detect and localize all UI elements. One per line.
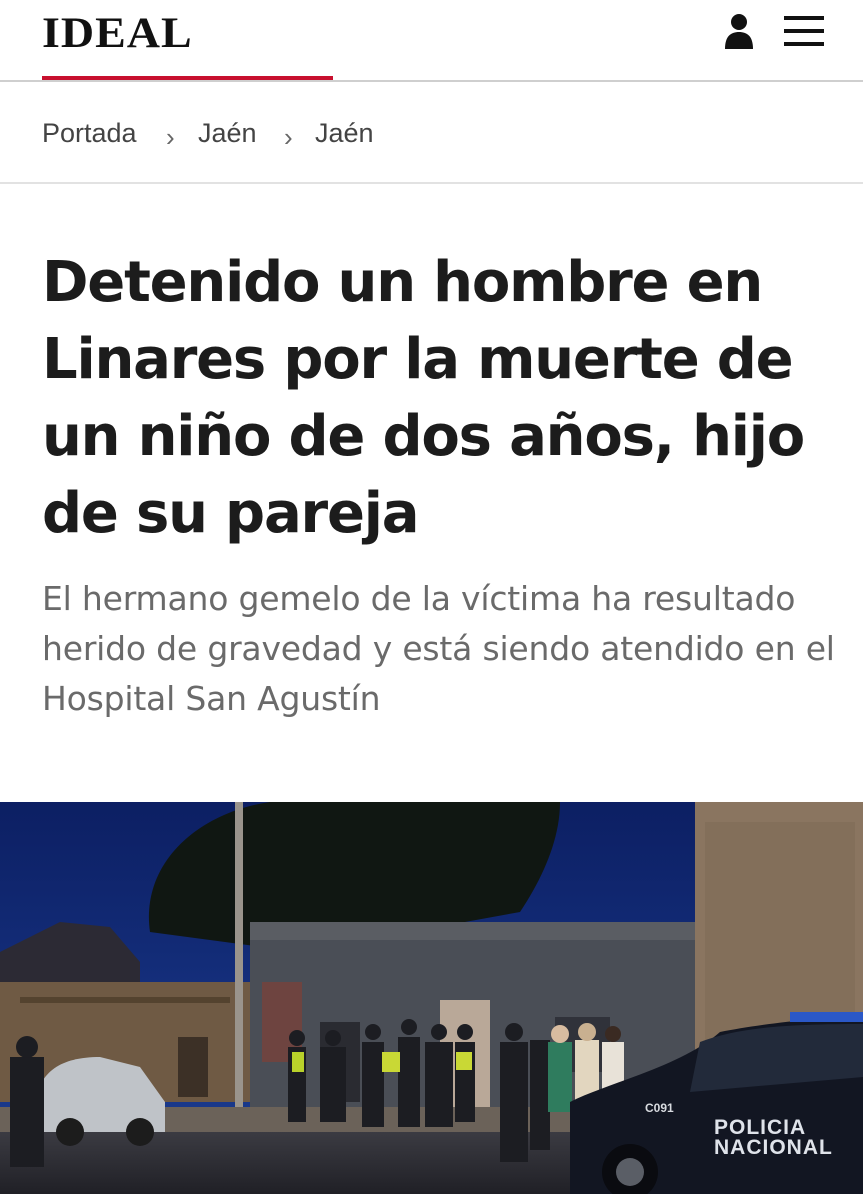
breadcrumb-item-jaen-current[interactable]: Jaén [315,118,374,149]
breadcrumb-item-portada[interactable]: Portada [42,118,137,149]
site-logo[interactable]: IDEAL [42,7,193,57]
site-header: IDEAL [0,0,863,82]
police-car-code: C091 [645,1101,674,1115]
hamburger-menu-icon[interactable] [784,14,824,48]
breadcrumb-item-jaen[interactable]: Jaén [198,118,257,149]
logo-accent-bar [42,76,333,80]
chevron-right-icon: › [166,122,175,152]
article-subheadline: El hermano gemelo de la víctima ha resul… [42,579,835,718]
article-headline: Detenido un hombre en Linares por la mue… [42,250,805,546]
user-icon[interactable] [722,12,756,50]
breadcrumb: Portada › Jaén › Jaén [0,82,863,184]
chevron-right-icon: › [284,122,293,152]
police-car-text-line2: NACIONAL [714,1136,833,1159]
article-photo: C091 POLICIA NACIONAL [0,802,863,1194]
